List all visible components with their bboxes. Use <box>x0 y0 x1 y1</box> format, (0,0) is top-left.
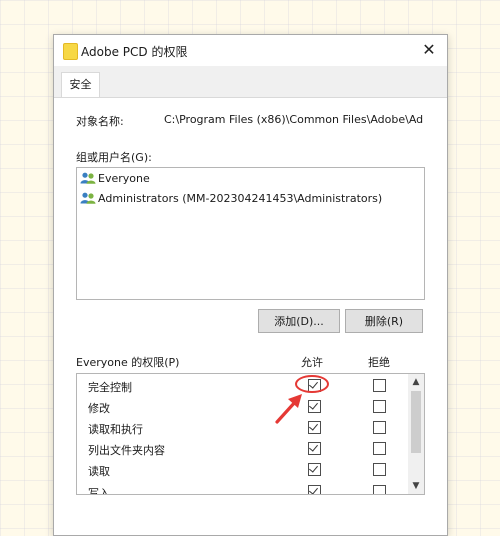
scroll-up-icon[interactable]: ▲ <box>408 374 424 390</box>
users-list[interactable]: Everyone Administrators (MM-202304241453… <box>76 167 425 300</box>
close-button[interactable]: ✕ <box>417 39 441 61</box>
table-row: 写入 <box>77 482 407 495</box>
permissions-scrollbar[interactable]: ▲ ▼ <box>408 374 424 494</box>
permission-name: 修改 <box>88 402 110 415</box>
permission-name: 列出文件夹内容 <box>88 444 165 457</box>
deny-write-checkbox[interactable] <box>373 485 386 494</box>
groups-label: 组或用户名(G): <box>76 151 152 164</box>
object-name-label: 对象名称: <box>76 115 124 128</box>
annotation-highlight-circle <box>295 375 329 393</box>
remove-button[interactable]: 删除(R) <box>345 309 423 333</box>
permission-name: 读取和执行 <box>88 423 143 436</box>
user-name: Administrators (MM-202304241453\Administ… <box>98 192 383 205</box>
deny-list-folder-checkbox[interactable] <box>373 442 386 455</box>
permissions-table: 完全控制 修改 读取和执行 列出文件夹内容 读取 写入 ▲ ▼ <box>76 373 425 495</box>
permissions-dialog: Adobe PCD 的权限 ✕ 安全 对象名称: C:\Program File… <box>53 34 448 536</box>
deny-read-execute-checkbox[interactable] <box>373 421 386 434</box>
deny-modify-checkbox[interactable] <box>373 400 386 413</box>
table-row: 修改 <box>77 397 407 418</box>
tab-security[interactable]: 安全 <box>61 72 100 97</box>
annotation-arrow-icon <box>275 394 302 424</box>
table-row: 完全控制 <box>77 376 407 397</box>
allow-modify-checkbox[interactable] <box>308 400 321 413</box>
permission-name: 写入 <box>88 487 110 495</box>
permission-name: 读取 <box>88 465 110 478</box>
security-panel: 对象名称: C:\Program Files (x86)\Common File… <box>54 97 447 535</box>
allow-read-checkbox[interactable] <box>308 463 321 476</box>
object-name-value: C:\Program Files (x86)\Common Files\Adob… <box>164 113 424 126</box>
tab-strip: 安全 <box>54 66 447 98</box>
deny-read-checkbox[interactable] <box>373 463 386 476</box>
deny-header: 拒绝 <box>368 356 390 369</box>
allow-header: 允许 <box>301 356 323 369</box>
window-title: Adobe PCD 的权限 <box>81 45 188 59</box>
checkmark-icon <box>309 463 318 473</box>
scrollbar-thumb[interactable] <box>411 391 421 453</box>
scroll-down-icon[interactable]: ▼ <box>408 478 424 494</box>
table-row: 列出文件夹内容 <box>77 439 407 460</box>
users-icon <box>80 192 96 204</box>
table-row: 读取 <box>77 460 407 481</box>
allow-list-folder-checkbox[interactable] <box>308 442 321 455</box>
checkmark-icon <box>309 485 318 494</box>
title-bar[interactable]: Adobe PCD 的权限 ✕ <box>54 35 447 66</box>
checkmark-icon <box>309 421 318 431</box>
permissions-label: Everyone 的权限(P) <box>76 356 180 369</box>
permission-name: 完全控制 <box>88 381 132 394</box>
list-item[interactable]: Everyone <box>80 170 150 188</box>
deny-full-control-checkbox[interactable] <box>373 379 386 392</box>
checkmark-icon <box>309 442 318 452</box>
users-icon <box>80 172 96 184</box>
add-button[interactable]: 添加(D)... <box>258 309 340 333</box>
checkmark-icon <box>309 400 318 410</box>
allow-read-execute-checkbox[interactable] <box>308 421 321 434</box>
allow-write-checkbox[interactable] <box>308 485 321 494</box>
list-item[interactable]: Administrators (MM-202304241453\Administ… <box>80 190 382 208</box>
folder-icon <box>63 43 78 60</box>
user-name: Everyone <box>98 172 150 185</box>
table-row: 读取和执行 <box>77 418 407 439</box>
